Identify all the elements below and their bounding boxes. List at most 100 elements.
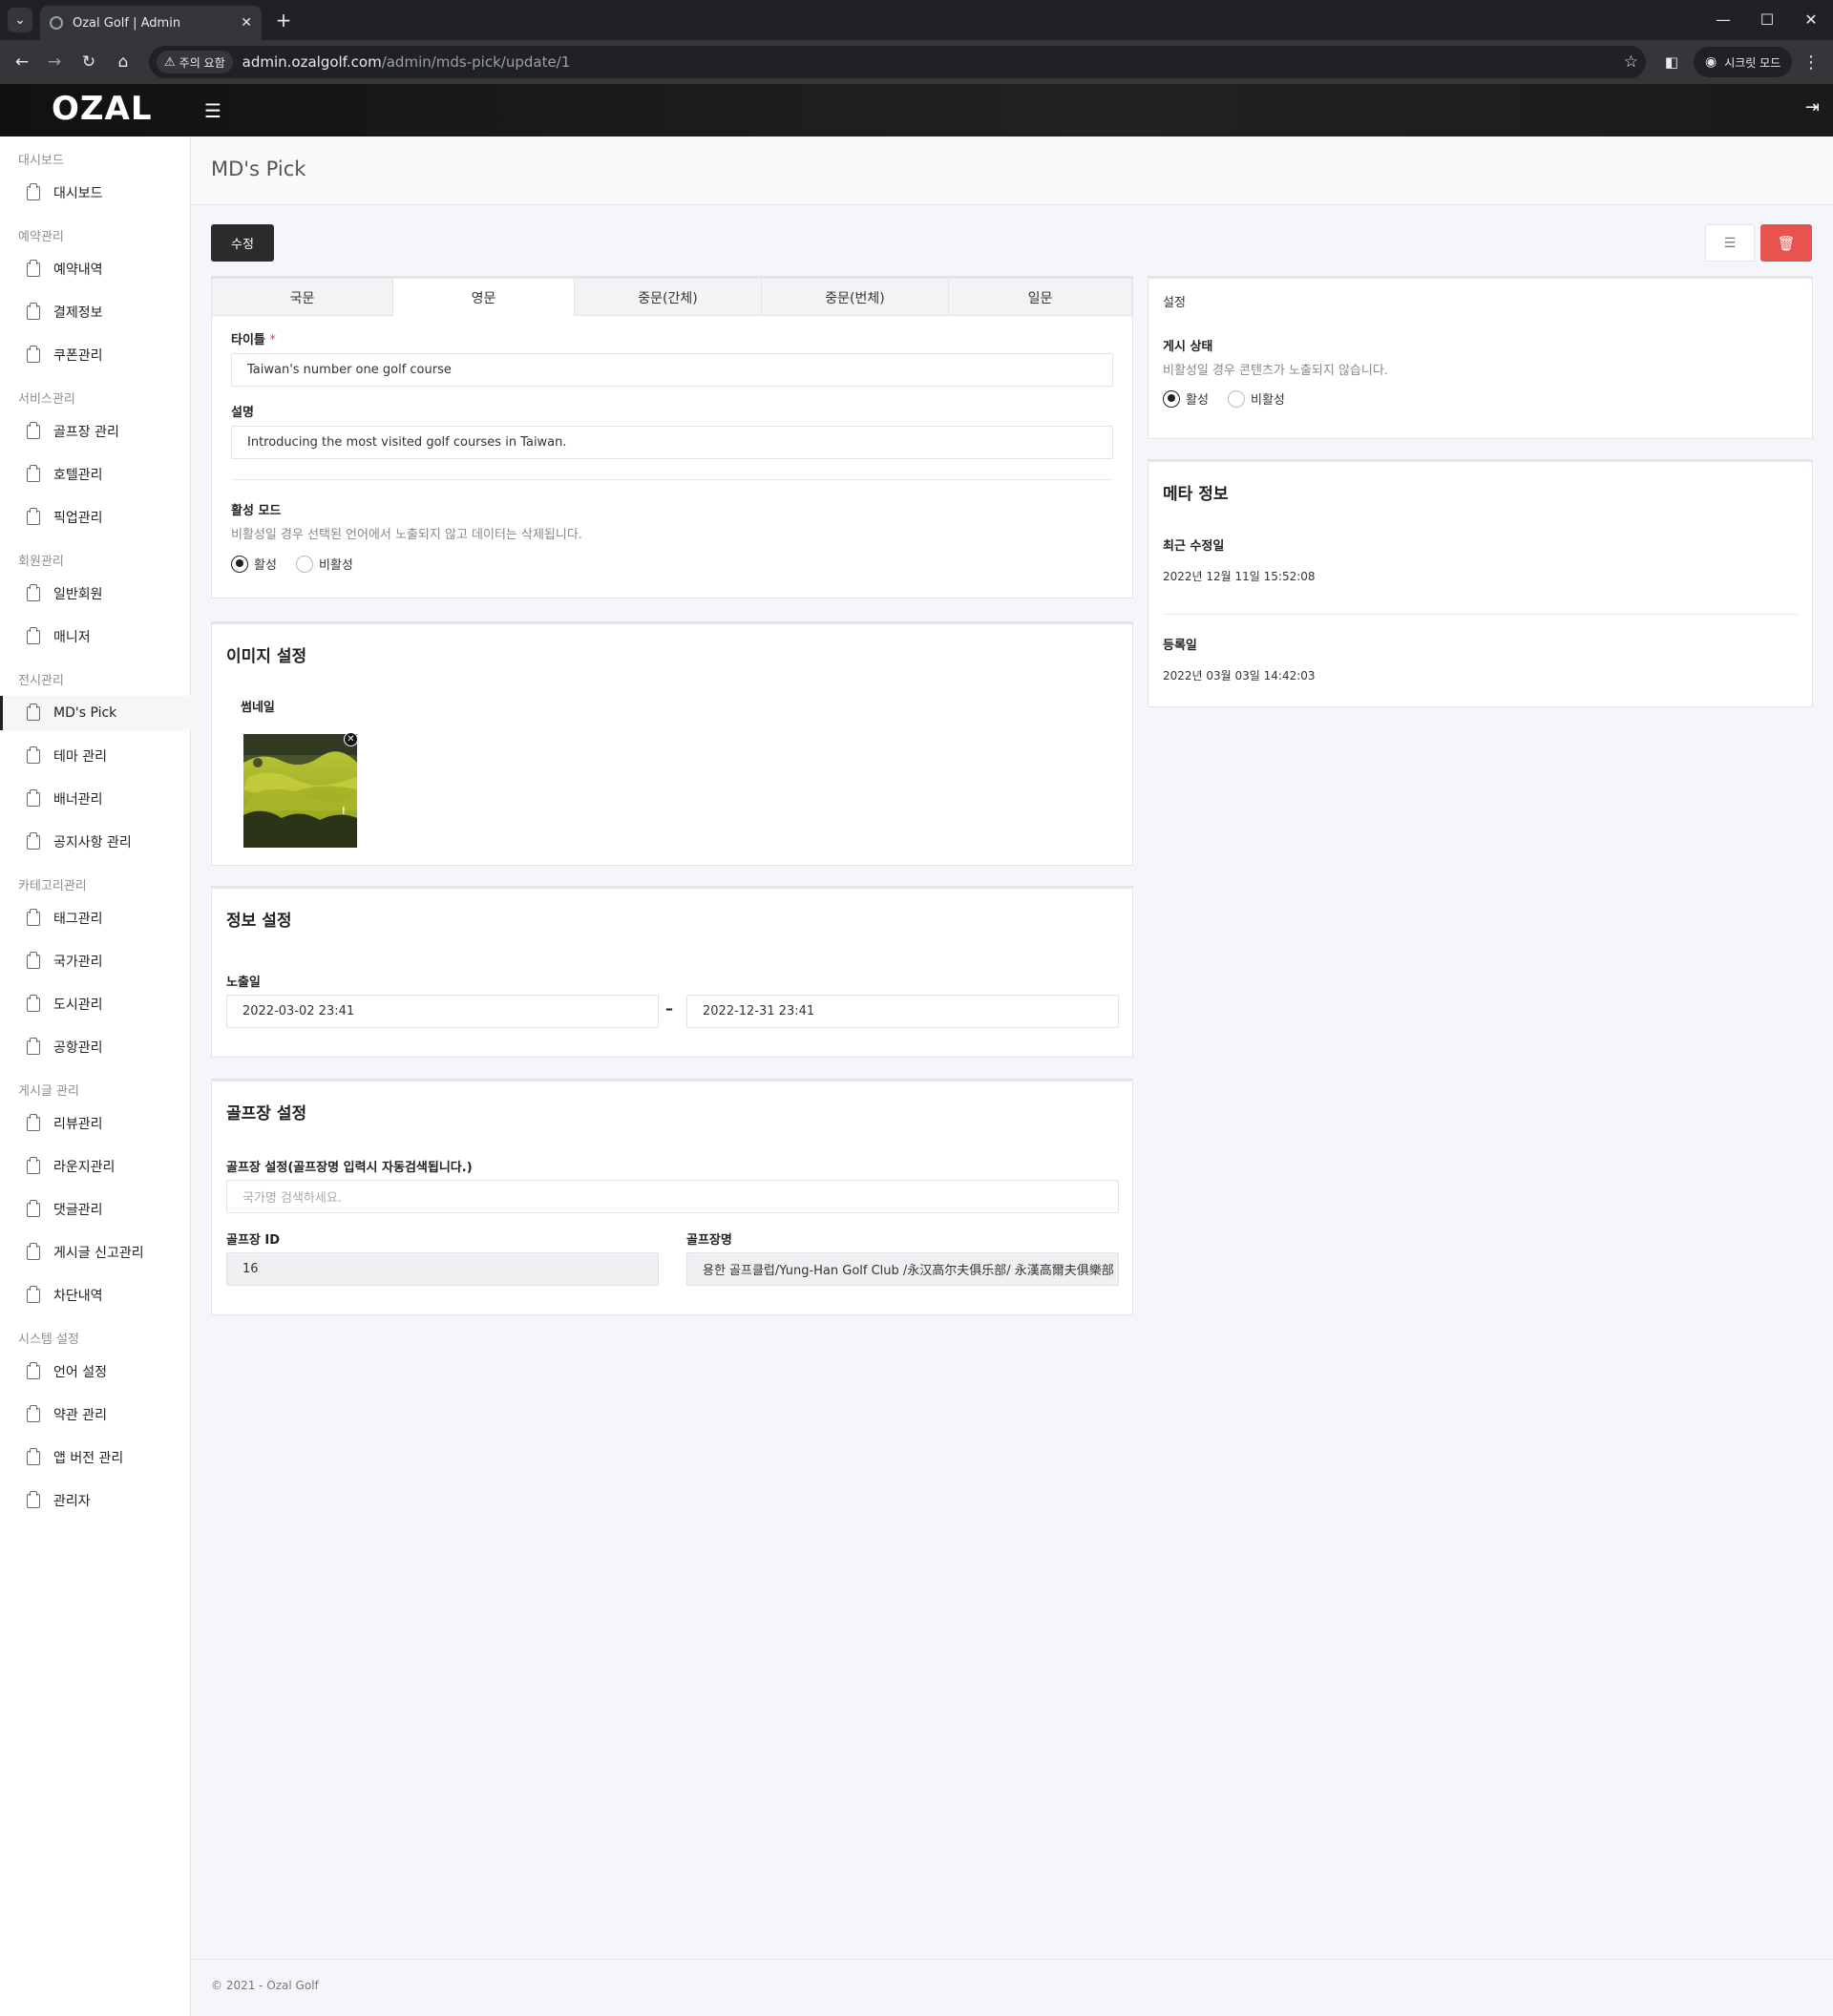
new-tab-icon[interactable]: + bbox=[271, 8, 296, 32]
side-panel-icon[interactable]: ◧ bbox=[1659, 50, 1684, 74]
sidebar-item-label: 리뷰관리 bbox=[53, 1117, 103, 1132]
tab-title: Ozal Golf | Admin bbox=[73, 15, 181, 31]
sidebar-item[interactable]: 관리자 bbox=[0, 1483, 191, 1518]
clipboard-icon bbox=[27, 345, 40, 363]
sidebar-section-label: 서비스관리 bbox=[18, 392, 75, 407]
sidebar-item[interactable]: 일반회원 bbox=[0, 577, 191, 611]
sidebar-item[interactable]: 라운지관리 bbox=[0, 1149, 191, 1184]
maximize-icon[interactable]: ☐ bbox=[1745, 0, 1789, 38]
close-tab-icon[interactable]: ✕ bbox=[241, 15, 252, 31]
sidebar-item[interactable]: 국가관리 bbox=[0, 944, 191, 978]
sidebar-item[interactable]: 골프장 관리 bbox=[0, 414, 191, 449]
display-end-input[interactable]: 2022-12-31 23:41 bbox=[686, 995, 1119, 1028]
status-inactive-radio[interactable]: 비활성 bbox=[1228, 389, 1285, 408]
footer: © 2021 - Ozal Golf bbox=[191, 1959, 1833, 2016]
lang-tab[interactable]: 영문 bbox=[393, 279, 575, 316]
sidebar-item[interactable]: 대시보드 bbox=[0, 176, 191, 210]
url-host: admin.ozalgolf.com bbox=[242, 53, 382, 71]
browser-menu-icon[interactable]: ⋮ bbox=[1799, 50, 1823, 74]
address-bar[interactable]: ⚠ 주의 요함 admin.ozalgolf.com/admin/mds-pick… bbox=[149, 46, 1646, 78]
sidebar-item[interactable]: 언어 설정 bbox=[0, 1354, 191, 1389]
sidebar-item[interactable]: 약관 관리 bbox=[0, 1397, 191, 1432]
home-icon[interactable]: ⌂ bbox=[111, 50, 136, 74]
ozal-logo[interactable]: OZAL bbox=[52, 90, 153, 128]
reload-icon[interactable]: ↻ bbox=[76, 50, 101, 74]
copyright-text: © 2021 - Ozal Golf bbox=[211, 1979, 319, 1992]
sidebar-item[interactable]: 매니저 bbox=[0, 620, 191, 654]
sidebar-item[interactable]: 태그관리 bbox=[0, 901, 191, 935]
golf-id-input[interactable]: 16 bbox=[226, 1252, 659, 1286]
hamburger-menu-icon[interactable]: ☰ bbox=[204, 99, 221, 122]
edit-button[interactable]: 수정 bbox=[211, 224, 274, 262]
delete-button[interactable]: 🗑 bbox=[1760, 224, 1812, 262]
lang-tab[interactable]: 중문(번체) bbox=[762, 279, 949, 316]
sidebar-item[interactable]: 리뷰관리 bbox=[0, 1106, 191, 1141]
mode-inactive-radio[interactable]: 비활성 bbox=[296, 555, 353, 573]
sidebar-section-label: 시스템 설정 bbox=[18, 1333, 79, 1347]
divider bbox=[231, 479, 1113, 480]
trash-icon: 🗑 bbox=[1777, 234, 1796, 252]
mode-active-radio[interactable]: 활성 bbox=[231, 555, 277, 573]
golf-name-input[interactable]: 용한 골프클럽/Yung-Han Golf Club /永汉高尔夫俱乐部/ 永漢… bbox=[686, 1252, 1119, 1286]
sidebar-item-label: 차단내역 bbox=[53, 1289, 103, 1304]
sidebar-item[interactable]: 공지사항 관리 bbox=[0, 825, 191, 859]
sidebar-item[interactable]: MD's Pick bbox=[0, 696, 191, 730]
remove-image-icon[interactable]: ✕ bbox=[344, 732, 358, 746]
description-input[interactable]: Introducing the most visited golf course… bbox=[231, 426, 1113, 459]
thumbnail-image[interactable] bbox=[243, 734, 357, 848]
sidebar-item-label: 매니저 bbox=[53, 630, 91, 645]
incognito-chip[interactable]: ◉ 시크릿 모드 bbox=[1694, 47, 1793, 77]
forward-icon[interactable]: → bbox=[42, 50, 67, 74]
sidebar-item[interactable]: 결제정보 bbox=[0, 295, 191, 329]
sidebar-item[interactable]: 앱 버전 관리 bbox=[0, 1440, 191, 1475]
close-window-icon[interactable]: ✕ bbox=[1789, 0, 1833, 38]
sidebar-item[interactable]: 도시관리 bbox=[0, 987, 191, 1021]
radio-checked-icon bbox=[231, 555, 248, 573]
sidebar-item[interactable]: 배너관리 bbox=[0, 782, 191, 816]
clipboard-icon bbox=[27, 421, 40, 439]
sidebar-item[interactable]: 차단내역 bbox=[0, 1278, 191, 1312]
sidebar-item[interactable]: 댓글관리 bbox=[0, 1192, 191, 1227]
clipboard-icon bbox=[27, 703, 40, 721]
list-button[interactable]: ☰ bbox=[1705, 224, 1755, 262]
sidebar-item[interactable]: 테마 관리 bbox=[0, 739, 191, 773]
lang-tab[interactable]: 일문 bbox=[949, 279, 1132, 316]
status-active-radio[interactable]: 활성 bbox=[1163, 389, 1209, 408]
sidebar-item[interactable]: 호텔관리 bbox=[0, 457, 191, 492]
sidebar-item-label: 공항관리 bbox=[53, 1040, 103, 1056]
golf-course-photo bbox=[243, 734, 357, 848]
mode-help-text: 비활성일 경우 선택된 언어에서 노출되지 않고 데이터는 삭제됩니다. bbox=[231, 528, 582, 542]
sidebar-item-label: 댓글관리 bbox=[53, 1203, 103, 1218]
security-warning-chip[interactable]: ⚠ 주의 요함 bbox=[157, 51, 233, 74]
bookmark-star-icon[interactable]: ☆ bbox=[1624, 52, 1638, 72]
sidebar-item-label: 배너관리 bbox=[53, 792, 103, 808]
sidebar-item-label: 앱 버전 관리 bbox=[53, 1451, 124, 1466]
clipboard-icon bbox=[27, 1113, 40, 1131]
display-start-input[interactable]: 2022-03-02 23:41 bbox=[226, 995, 659, 1028]
sidebar-item-label: 도시관리 bbox=[53, 998, 103, 1013]
clipboard-icon bbox=[27, 1156, 40, 1174]
sidebar-item[interactable]: 픽업관리 bbox=[0, 500, 191, 535]
title-input[interactable]: Taiwan's number one golf course bbox=[231, 353, 1113, 387]
sidebar-item[interactable]: 예약내역 bbox=[0, 252, 191, 286]
clipboard-icon bbox=[27, 1242, 40, 1260]
minimize-icon[interactable]: — bbox=[1701, 0, 1745, 38]
sidebar-item[interactable]: 쿠폰관리 bbox=[0, 338, 191, 372]
browser-tab[interactable]: Ozal Golf | Admin ✕ bbox=[40, 6, 262, 40]
sidebar-item[interactable]: 게시글 신고관리 bbox=[0, 1235, 191, 1270]
tab-search-icon[interactable]: ⌄ bbox=[8, 8, 32, 32]
sidebar-item[interactable]: 공항관리 bbox=[0, 1030, 191, 1064]
warning-icon: ⚠ bbox=[164, 54, 176, 70]
golf-search-input[interactable]: 국가명 검색하세요. bbox=[226, 1180, 1119, 1213]
display-date-label: 노출일 bbox=[226, 976, 261, 990]
radio-label: 활성 bbox=[254, 558, 277, 573]
url-text[interactable]: admin.ozalgolf.com/admin/mds-pick/update… bbox=[242, 53, 1624, 71]
clipboard-icon bbox=[27, 1199, 40, 1217]
warning-text: 주의 요함 bbox=[179, 55, 225, 70]
lang-tab[interactable]: 중문(간체) bbox=[575, 279, 762, 316]
back-icon[interactable]: ← bbox=[10, 50, 34, 74]
clipboard-icon bbox=[27, 788, 40, 807]
sidebar-item-label: 쿠폰관리 bbox=[53, 348, 103, 364]
logout-icon[interactable]: ⇥ bbox=[1805, 97, 1820, 117]
lang-tab[interactable]: 국문 bbox=[212, 279, 393, 316]
